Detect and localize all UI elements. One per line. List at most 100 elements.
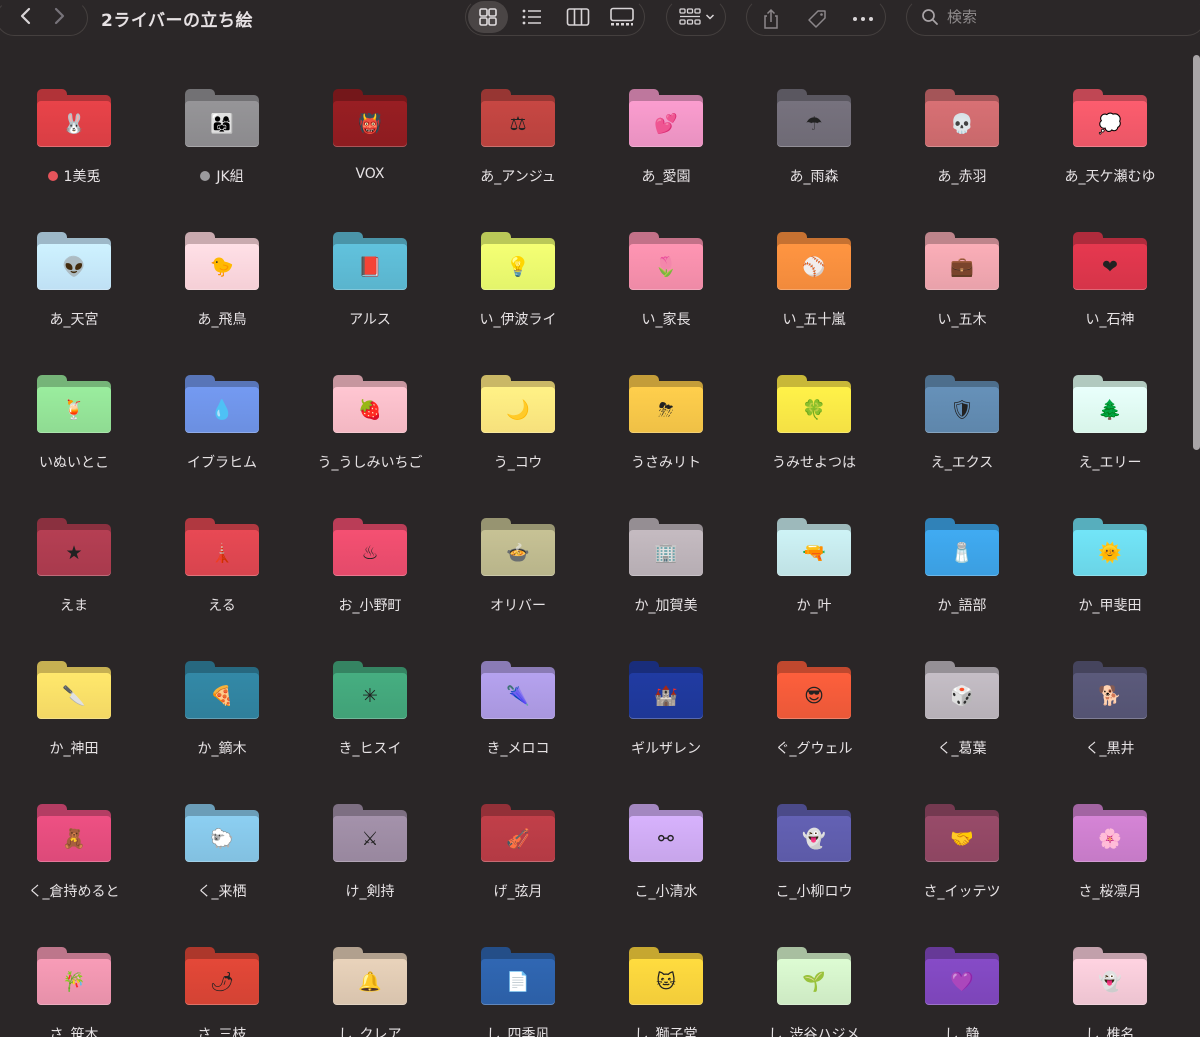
folder-label: か_甲斐田 [1036,595,1184,615]
gallery-view-button[interactable] [602,1,642,33]
folder-item[interactable]: 👽 あ_天宮 [0,232,148,362]
share-button[interactable] [755,3,787,35]
folder-item[interactable]: 🌂 き_メロコ [444,661,592,791]
folder-item[interactable]: 🧂 か_語部 [888,518,1036,648]
folder-item[interactable]: 👻 こ_小柳ロウ [740,804,888,934]
folder-item[interactable]: ⚯ こ_小清水 [592,804,740,934]
folder-item[interactable]: 💼 い_五木 [888,232,1036,362]
folder-icon: 🤝 [925,804,999,866]
folder-item[interactable]: 🔫 か_叶 [740,518,888,648]
more-button[interactable] [847,3,879,35]
folder-item[interactable]: 🏢 か_加賀美 [592,518,740,648]
folder-item[interactable]: 🛡 え_エクス [888,375,1036,505]
folder-item[interactable]: 🌙 う_コウ [444,375,592,505]
search-field[interactable] [906,0,1200,36]
folder-item[interactable]: 🐤 あ_飛鳥 [148,232,296,362]
group-by-button[interactable] [666,0,726,36]
folder-icon: 💀 [925,89,999,151]
folder-item[interactable]: 💀 あ_赤羽 [888,89,1036,219]
folder-item[interactable]: ⚾ い_五十嵐 [740,232,888,362]
folder-icon: 🗼 [185,518,259,580]
folder-item[interactable]: 💧 イブラヒム [148,375,296,505]
folder-item[interactable]: 🐱 し_獅子堂 [592,947,740,1037]
folder-label: える [148,595,296,615]
folder-item[interactable]: 🏰 ギルザレン [592,661,740,791]
folder-item[interactable]: 🍹 いぬいとこ [0,375,148,505]
folder-item[interactable]: 🌷 い_家長 [592,232,740,362]
icon-view-button[interactable] [468,1,508,33]
folder-item[interactable]: 🐑 く_来栖 [148,804,296,934]
folder-label: さ_桜凛月 [1036,881,1184,901]
forward-button[interactable] [52,6,66,30]
folder-name: うさみリト [631,455,701,471]
folder-item[interactable]: ⛈ うさみリト [592,375,740,505]
folder-item[interactable]: 📕 アルス [296,232,444,362]
folder-item[interactable]: 🧸 く_倉持めると [0,804,148,934]
folder-icon: ⚖ [481,89,555,151]
folder-icon: 🍀 [777,375,851,437]
folder-badge-icon: 🌷 [654,256,678,278]
folder-item[interactable]: 🐕 く_黒井 [1036,661,1184,791]
folder-item[interactable]: 🌶 さ_三枝 [148,947,296,1037]
folder-item[interactable]: 👻 し_椎名 [1036,947,1184,1037]
list-view-button[interactable] [512,1,552,33]
back-button[interactable] [19,6,33,30]
folder-item[interactable]: ♨ お_小野町 [296,518,444,648]
folder-item[interactable]: 🎋 さ_笹木 [0,947,148,1037]
folder-badge-icon: 🏰 [654,685,678,707]
folder-item[interactable]: ☂ あ_雨森 [740,89,888,219]
folder-item[interactable]: ✳ き_ヒスイ [296,661,444,791]
folder-item[interactable]: 🤝 さ_イッテツ [888,804,1036,934]
folder-badge-icon: 🍓 [358,399,382,421]
columns-icon [566,8,590,26]
folder-badge-icon: 👹 [358,113,382,135]
folder-item[interactable]: 📄 し_四季凪 [444,947,592,1037]
folder-name: お_小野町 [338,598,402,614]
folder-item[interactable]: 🌲 え_エリー [1036,375,1184,505]
folder-label: き_ヒスイ [296,738,444,758]
folder-item[interactable]: 💡 い_伊波ライ [444,232,592,362]
folder-name: ギルザレン [631,741,701,757]
folder-item[interactable]: ⚖ あ_アンジュ [444,89,592,219]
search-input[interactable] [947,8,1167,26]
folder-label: く_倉持めると [0,881,148,901]
folder-item[interactable]: 👹 VOX [296,89,444,219]
folder-item[interactable]: 🎲 く_葛葉 [888,661,1036,791]
folder-item[interactable]: 🍓 う_うしみいちご [296,375,444,505]
folder-item[interactable]: ⚔ け_剣持 [296,804,444,934]
action-buttons [746,0,886,36]
vertical-scrollbar[interactable] [1193,55,1200,450]
tag-button[interactable] [801,3,833,35]
folder-icon: 🐑 [185,804,259,866]
folder-label: け_剣持 [296,881,444,901]
folder-item[interactable]: ★ えま [0,518,148,648]
folder-item[interactable]: 🐰 1美兎 [0,89,148,219]
folder-item[interactable]: 🍀 うみせよつは [740,375,888,505]
folder-label: うさみリト [592,452,740,472]
folder-item[interactable]: 🗼 える [148,518,296,648]
folder-item[interactable]: 🔪 か_神田 [0,661,148,791]
folder-item[interactable]: 💭 あ_天ケ瀬むゆ [1036,89,1184,219]
folder-item[interactable]: 😎 ぐ_グウェル [740,661,888,791]
folder-icon: 💕 [629,89,703,151]
folder-item[interactable]: 🎻 げ_弦月 [444,804,592,934]
folder-icon: ⚔ [333,804,407,866]
folder-item[interactable]: 🌞 か_甲斐田 [1036,518,1184,648]
folder-item[interactable]: 💜 し_静 [888,947,1036,1037]
folder-badge-icon: ⚔ [361,828,379,850]
folder-badge-icon: ❤ [1102,256,1118,278]
folder-name: うみせよつは [772,455,856,471]
folder-badge-icon: 🌸 [1098,828,1122,850]
folder-icon: 🍓 [333,375,407,437]
folder-item[interactable]: 🌸 さ_桜凛月 [1036,804,1184,934]
folder-name: き_メロコ [486,741,550,757]
folder-item[interactable]: 🍲 オリバー [444,518,592,648]
folder-item[interactable]: ❤ い_石神 [1036,232,1184,362]
folder-item[interactable]: 🔔 し_クレア [296,947,444,1037]
folder-icon: 🍕 [185,661,259,723]
folder-item[interactable]: 🍕 か_鏑木 [148,661,296,791]
folder-item[interactable]: 💕 あ_愛園 [592,89,740,219]
folder-item[interactable]: 🌱 し_渋谷ハジメ [740,947,888,1037]
folder-item[interactable]: 👨‍👩‍👧 JK組 [148,89,296,219]
column-view-button[interactable] [558,1,598,33]
